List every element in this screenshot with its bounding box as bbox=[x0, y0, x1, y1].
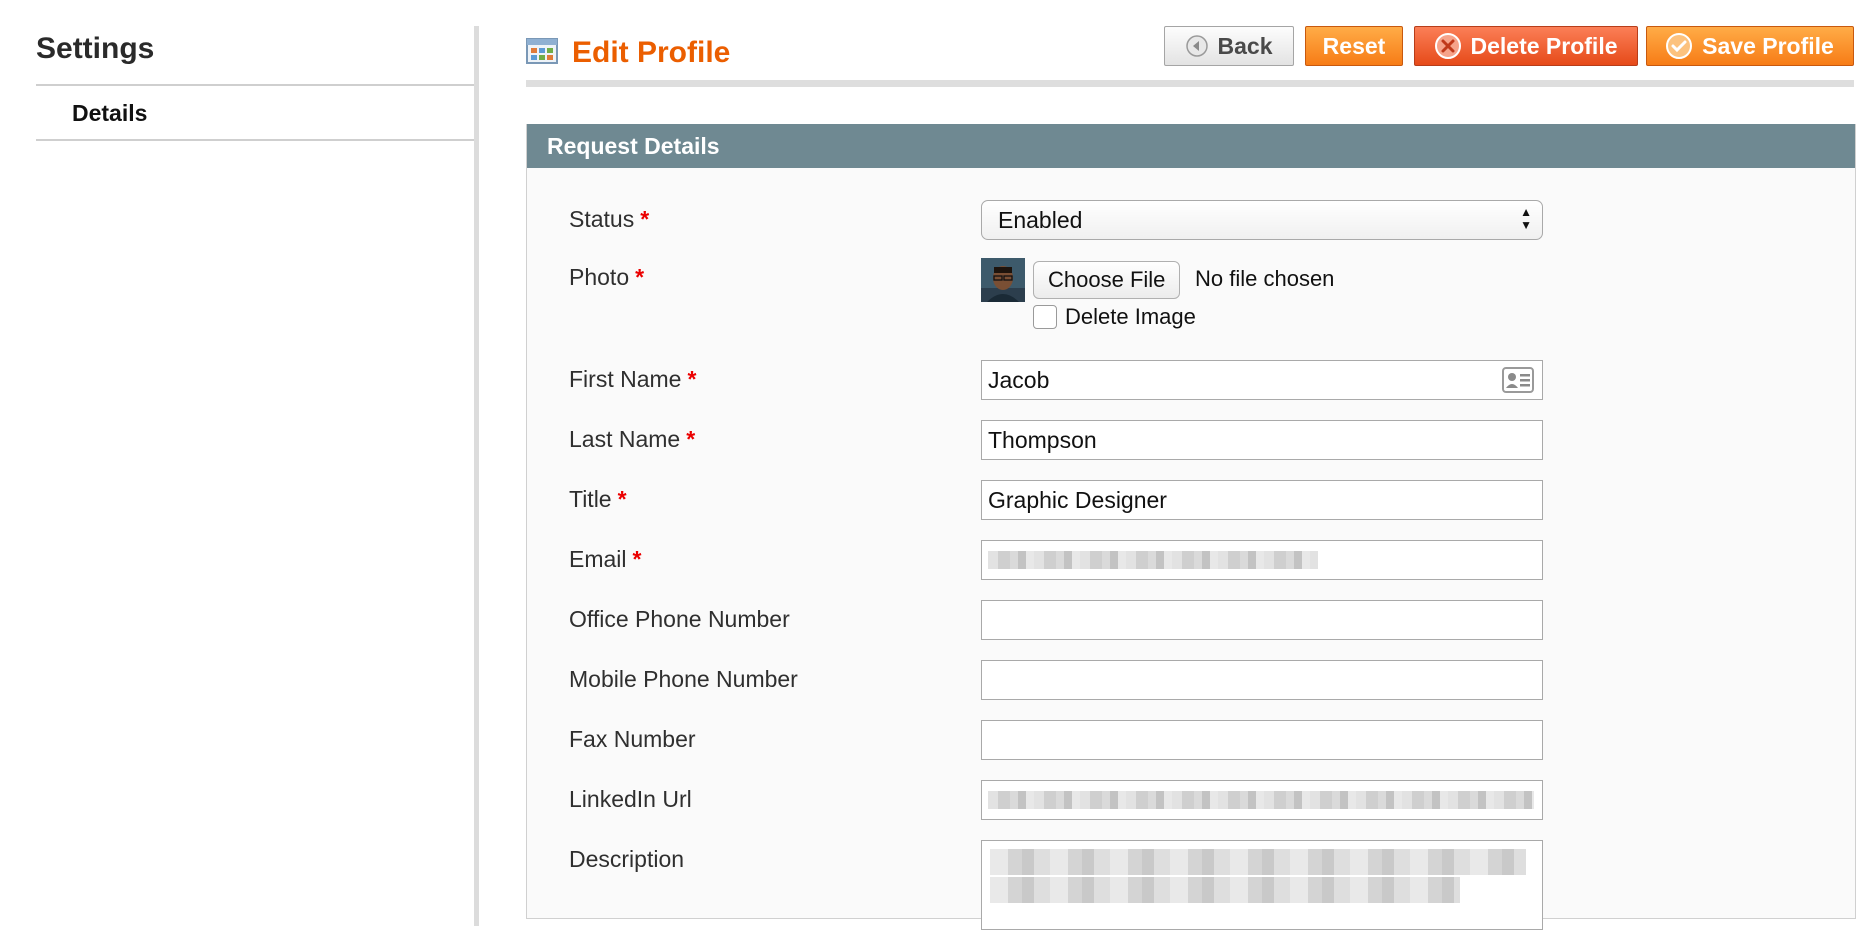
required-marker: * bbox=[640, 206, 650, 232]
photo-label-text: Photo bbox=[569, 264, 630, 290]
email-label-text: Email bbox=[569, 546, 627, 572]
check-circle-icon bbox=[1666, 33, 1693, 59]
last-name-input[interactable]: Thompson bbox=[981, 420, 1543, 460]
title-input[interactable]: Graphic Designer bbox=[981, 480, 1543, 520]
choose-file-button[interactable]: Choose File bbox=[1033, 261, 1181, 299]
back-label: Back bbox=[1217, 32, 1273, 59]
status-label-text: Status bbox=[569, 206, 635, 232]
mobile-phone-input[interactable] bbox=[981, 660, 1543, 700]
last-name-label: Last Name * bbox=[569, 426, 695, 453]
status-value: Enabled bbox=[998, 206, 1083, 233]
email-input[interactable] bbox=[981, 540, 1543, 580]
page-header: Edit Profile Back Reset Delete Profile S… bbox=[526, 26, 1854, 88]
sidebar: Settings Details bbox=[36, 26, 476, 141]
first-name-label-pos: First Name * bbox=[569, 366, 696, 393]
office-phone-input[interactable] bbox=[981, 600, 1543, 640]
status-label: Status * bbox=[569, 206, 649, 233]
save-label: Save Profile bbox=[1702, 32, 1834, 59]
redacted-linkedin bbox=[988, 791, 1534, 809]
no-file-chosen-text: No file chosen bbox=[1195, 266, 1335, 291]
description-label: Description bbox=[569, 846, 685, 872]
reset-label: Reset bbox=[1322, 32, 1386, 59]
required-marker: * bbox=[635, 264, 645, 290]
x-circle-icon bbox=[1434, 33, 1461, 59]
sidebar-title: Settings bbox=[36, 32, 155, 65]
first-name-value: Jacob bbox=[988, 366, 1050, 393]
delete-image-label: Delete Image bbox=[1065, 304, 1196, 329]
grid-table-icon bbox=[526, 37, 558, 69]
sidebar-item-details[interactable]: Details bbox=[36, 86, 476, 141]
reset-button[interactable]: Reset bbox=[1305, 26, 1403, 66]
redacted-description-line bbox=[990, 877, 1460, 903]
last-name-value: Thompson bbox=[988, 426, 1097, 453]
delete-image-checkbox[interactable] bbox=[1033, 305, 1057, 329]
title-wrap: Edit Profile bbox=[526, 36, 730, 70]
arrow-left-circle-icon bbox=[1185, 35, 1208, 57]
required-marker: * bbox=[687, 366, 697, 392]
sidebar-separator bbox=[474, 26, 479, 926]
page-title: Edit Profile bbox=[572, 36, 731, 69]
required-marker: * bbox=[686, 426, 696, 452]
fax-label: Fax Number bbox=[569, 726, 696, 752]
first-name-input[interactable]: Jacob bbox=[981, 360, 1543, 400]
first-name-label-text: First Name bbox=[569, 366, 682, 392]
description-textarea[interactable] bbox=[981, 840, 1543, 930]
email-label: Email * bbox=[569, 546, 641, 573]
office-phone-label: Office Phone Number bbox=[569, 606, 790, 632]
delete-label: Delete Profile bbox=[1470, 32, 1618, 59]
contact-card-icon[interactable] bbox=[1502, 367, 1534, 399]
mobile-phone-label: Mobile Phone Number bbox=[569, 666, 798, 692]
delete-profile-button[interactable]: Delete Profile bbox=[1414, 26, 1638, 66]
profile-photo-thumbnail bbox=[981, 258, 1025, 302]
title-label: Title * bbox=[569, 486, 627, 513]
save-profile-button[interactable]: Save Profile bbox=[1646, 26, 1854, 66]
required-marker: * bbox=[632, 546, 642, 572]
request-details-section: Request Details Status * Enabled ▲ ▼ Photo… bbox=[526, 124, 1856, 930]
photo-label: Photo * bbox=[569, 264, 644, 291]
title-label-text: Title bbox=[569, 486, 612, 512]
redacted-description-line bbox=[990, 849, 1526, 875]
header-divider bbox=[526, 80, 1854, 87]
fax-input[interactable] bbox=[981, 720, 1543, 760]
delete-image-option[interactable]: Delete Image bbox=[1033, 304, 1196, 330]
section-title: Request Details bbox=[527, 124, 1855, 168]
last-name-label-text: Last Name bbox=[569, 426, 681, 452]
back-button[interactable]: Back bbox=[1164, 26, 1294, 66]
select-arrows-icon: ▲ ▼ bbox=[1520, 205, 1532, 232]
linkedin-label: LinkedIn Url bbox=[569, 786, 692, 812]
title-value: Graphic Designer bbox=[988, 486, 1167, 513]
required-marker: * bbox=[617, 486, 627, 512]
linkedin-input[interactable] bbox=[981, 780, 1543, 820]
redacted-email bbox=[988, 551, 1318, 569]
status-select[interactable]: Enabled ▲ ▼ bbox=[981, 200, 1543, 240]
